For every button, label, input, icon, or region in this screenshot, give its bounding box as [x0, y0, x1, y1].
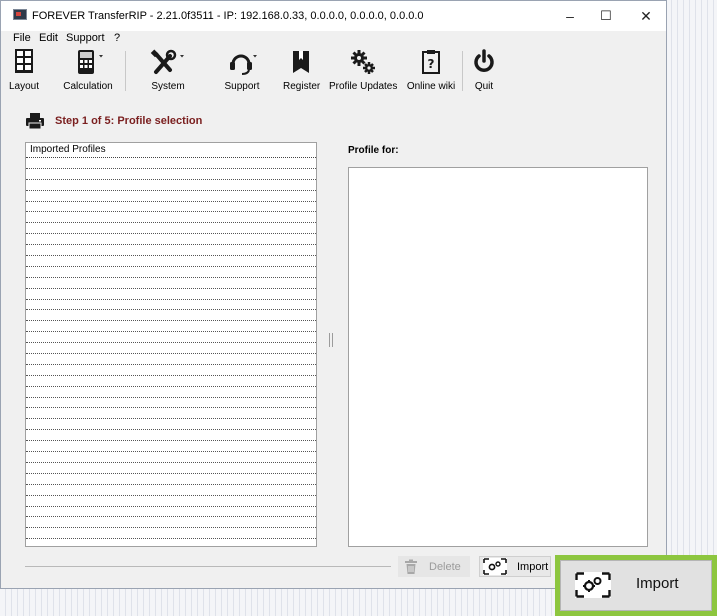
- list-item[interactable]: [26, 180, 316, 191]
- list-item[interactable]: [26, 485, 316, 496]
- toolbar-layout-label: Layout: [9, 81, 40, 92]
- list-item[interactable]: [26, 321, 316, 333]
- list-item[interactable]: [26, 496, 316, 507]
- list-item[interactable]: [26, 507, 316, 518]
- list-item[interactable]: [26, 539, 316, 546]
- list-item[interactable]: [26, 463, 316, 474]
- list-item[interactable]: [26, 408, 316, 420]
- list-item[interactable]: [26, 354, 316, 365]
- maximize-button[interactable]: ☐: [584, 4, 628, 28]
- gears-icon: [351, 50, 375, 74]
- list-item[interactable]: [26, 430, 316, 442]
- window-title: FOREVER TransferRIP - 2.21.0f3511 - IP: …: [32, 10, 424, 22]
- list-item[interactable]: [26, 452, 316, 463]
- toolbar-support-label: Support: [224, 81, 260, 92]
- toolbar-online-wiki-label: Online wiki: [406, 81, 456, 92]
- list-item[interactable]: [26, 332, 316, 344]
- close-button[interactable]: ✕: [624, 4, 668, 28]
- import-button[interactable]: Import: [479, 556, 551, 577]
- power-icon: [474, 49, 494, 72]
- toolbar-support-button[interactable]: Support: [221, 48, 263, 94]
- zoomed-import-label: Import: [636, 575, 679, 592]
- toolbar-profile-updates-button[interactable]: Profile Updates: [329, 48, 397, 94]
- list-item[interactable]: [26, 158, 316, 169]
- toolbar-layout-button[interactable]: Layout: [9, 48, 39, 94]
- list-item[interactable]: [26, 387, 316, 398]
- profile-details-pane: [348, 167, 648, 547]
- profile-for-label: Profile for:: [348, 145, 399, 156]
- list-item[interactable]: [26, 300, 316, 311]
- app-window: FOREVER TransferRIP - 2.21.0f3511 - IP: …: [0, 0, 667, 589]
- list-item[interactable]: [26, 202, 316, 213]
- tools-icon: [150, 49, 184, 74]
- list-item[interactable]: [26, 223, 316, 235]
- menu-file[interactable]: File: [13, 32, 31, 44]
- zoomed-import-gears-icon: [575, 572, 611, 598]
- toolbar-profile-updates-label: Profile Updates: [329, 81, 398, 92]
- list-item[interactable]: [26, 191, 316, 202]
- divider: [25, 566, 391, 567]
- toolbar-register-button[interactable]: Register: [283, 48, 321, 94]
- delete-button-label: Delete: [429, 560, 461, 573]
- toolbar-system-button[interactable]: System: [144, 48, 192, 94]
- toolbar-separator: [462, 51, 463, 91]
- calculator-icon: [78, 50, 103, 74]
- list-item[interactable]: [26, 310, 316, 322]
- toolbar-calculation-label: Calculation: [63, 81, 113, 92]
- import-gears-icon: [483, 558, 507, 575]
- list-item[interactable]: [26, 517, 316, 529]
- imported-profiles-list[interactable]: Imported Profiles: [25, 142, 317, 547]
- menu-help[interactable]: ?: [114, 32, 120, 44]
- printer-icon: [26, 113, 44, 130]
- clipboard-question-icon: ?: [422, 50, 440, 74]
- list-item[interactable]: [26, 398, 316, 409]
- toolbar-quit-label: Quit: [474, 81, 494, 92]
- list-item[interactable]: [26, 212, 316, 224]
- list-item[interactable]: [26, 245, 316, 257]
- list-rows: [26, 158, 316, 546]
- menu-support[interactable]: Support: [66, 32, 105, 44]
- layout-icon: [15, 49, 33, 73]
- list-item[interactable]: [26, 343, 316, 355]
- zoomed-import-button: Import: [560, 560, 712, 611]
- list-item[interactable]: [26, 376, 316, 387]
- toolbar-online-wiki-button[interactable]: ? Online wiki: [405, 48, 457, 94]
- list-item[interactable]: [26, 278, 316, 289]
- list-item[interactable]: [26, 365, 316, 376]
- toolbar-calculation-button[interactable]: Calculation: [59, 48, 117, 94]
- list-item[interactable]: [26, 441, 316, 453]
- toolbar-system-label: System: [151, 81, 185, 92]
- import-button-label: Import: [517, 560, 549, 573]
- headset-icon: [230, 54, 257, 75]
- trash-icon: [405, 559, 417, 574]
- book-icon: [293, 51, 309, 73]
- menu-edit[interactable]: Edit: [39, 32, 58, 44]
- toolbar: Layout Calculation System Support Regist…: [1, 46, 666, 98]
- list-item[interactable]: [26, 256, 316, 267]
- list-item[interactable]: [26, 528, 316, 540]
- delete-button[interactable]: Delete: [398, 556, 470, 577]
- svg-text:?: ?: [428, 57, 435, 71]
- toolbar-separator: [125, 51, 126, 91]
- list-item[interactable]: [26, 234, 316, 246]
- list-item[interactable]: [26, 169, 316, 180]
- imported-profiles-header: Imported Profiles: [26, 143, 316, 158]
- list-item[interactable]: [26, 474, 316, 485]
- toolbar-register-label: Register: [283, 81, 321, 92]
- list-item[interactable]: [26, 419, 316, 431]
- step-title: Step 1 of 5: Profile selection: [55, 115, 203, 127]
- menu-bar: File Edit Support ?: [1, 31, 666, 45]
- title-bar[interactable]: FOREVER TransferRIP - 2.21.0f3511 - IP: …: [1, 1, 666, 31]
- toolbar-quit-button[interactable]: Quit: [469, 48, 499, 94]
- list-item[interactable]: [26, 289, 316, 300]
- import-button-zoom-callout: Import: [555, 555, 717, 616]
- list-item[interactable]: [26, 267, 316, 278]
- app-icon: [13, 9, 27, 20]
- pane-splitter[interactable]: [329, 333, 333, 347]
